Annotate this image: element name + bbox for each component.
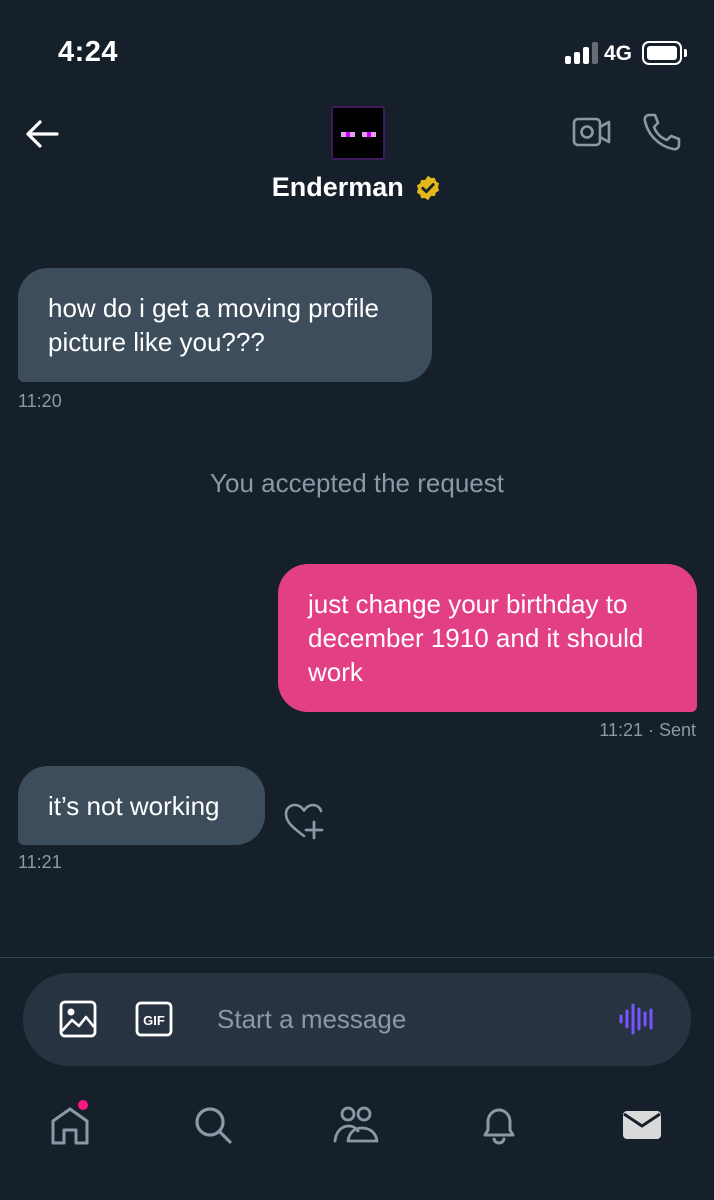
tab-home[interactable] (45, 1100, 95, 1150)
gif-icon: GIF (135, 1001, 173, 1037)
video-call-icon (572, 117, 611, 147)
message-bubble-received[interactable]: how do i get a moving profile picture li… (18, 268, 432, 382)
gif-label: GIF (143, 1013, 165, 1028)
add-reaction-button[interactable] (283, 802, 325, 842)
signal-strength-icon (565, 42, 599, 64)
search-icon (195, 1107, 232, 1144)
system-message: You accepted the request (210, 468, 504, 498)
message-timestamp: 11:20 (18, 391, 62, 411)
message-composer: GIF (23, 973, 691, 1066)
tab-communities[interactable] (331, 1100, 381, 1150)
bottom-tab-bar (0, 1090, 714, 1170)
communities-icon (333, 1106, 379, 1143)
voice-call-button[interactable] (640, 112, 682, 152)
message-bubble-sent[interactable]: just change your birthday to december 19… (278, 564, 697, 712)
voice-waveform-icon (619, 1003, 653, 1035)
image-icon (59, 1000, 97, 1038)
status-bar: 4:24 4G (0, 0, 714, 100)
message-input[interactable] (217, 991, 597, 1047)
status-time: 4:24 (58, 36, 119, 68)
message-text: just change your birthday to december 19… (308, 589, 644, 687)
tab-search[interactable] (188, 1100, 238, 1150)
home-icon (51, 1107, 89, 1145)
video-call-button[interactable] (572, 114, 612, 150)
divider (0, 957, 714, 958)
tab-messages[interactable] (617, 1100, 667, 1150)
display-name: Enderman (271, 172, 404, 202)
tab-notifications[interactable] (474, 1100, 524, 1150)
battery-icon (642, 41, 688, 65)
message-timestamp: 11:21 (18, 852, 62, 872)
message-text: it’s not working (48, 790, 220, 821)
message-timestamp-status: 11:21 · Sent (599, 720, 696, 740)
voice-message-button[interactable] (617, 1001, 657, 1037)
verified-badge-icon (417, 175, 440, 200)
message-text: how do i get a moving profile picture li… (48, 293, 379, 357)
message-bubble-received[interactable]: it’s not working (18, 766, 265, 845)
network-type: 4G (604, 42, 633, 65)
heart-plus-icon (284, 803, 324, 840)
conversation-title[interactable]: Enderman (0, 172, 714, 203)
mail-icon (623, 1111, 661, 1139)
phone-icon (643, 113, 681, 151)
bell-icon (483, 1108, 515, 1145)
avatar[interactable] (331, 106, 385, 160)
back-button[interactable] (20, 112, 64, 156)
back-arrow-icon (26, 120, 59, 148)
gif-button[interactable]: GIF (135, 1001, 173, 1037)
add-media-button[interactable] (59, 1000, 97, 1038)
notification-dot (78, 1100, 88, 1110)
